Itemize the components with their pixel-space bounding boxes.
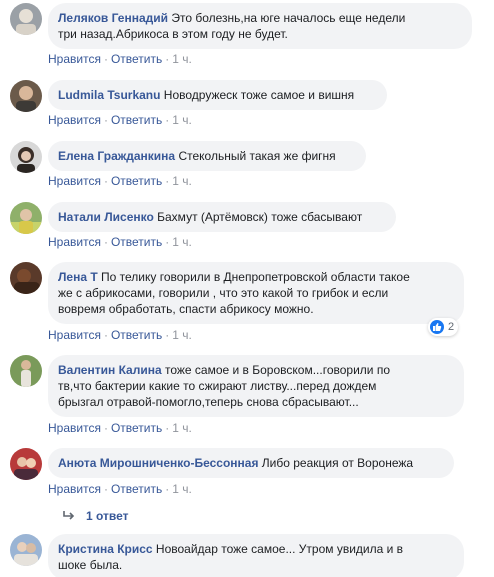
like-link[interactable]: Нравится bbox=[48, 421, 101, 435]
separator: · bbox=[103, 113, 108, 127]
comment-actions: Нравится · Ответить · 1 ч. bbox=[48, 235, 192, 249]
avatar[interactable] bbox=[10, 80, 42, 112]
avatar[interactable] bbox=[10, 448, 42, 480]
comment-text: вовремя обработать, спасти абрикосу можн… bbox=[58, 302, 314, 316]
avatar[interactable] bbox=[10, 141, 42, 173]
avatar-photo-icon bbox=[10, 262, 42, 294]
comment-text: Новодружеск тоже самое и вишня bbox=[160, 88, 355, 102]
like-link[interactable]: Нравится bbox=[48, 235, 101, 249]
comment-time[interactable]: 1 ч. bbox=[172, 482, 192, 496]
replies-count: 1 ответ bbox=[86, 509, 129, 523]
avatar-photo-icon bbox=[10, 355, 42, 387]
reaction-count[interactable]: 2 bbox=[428, 318, 459, 336]
reply-link[interactable]: Ответить bbox=[111, 421, 162, 435]
separator: · bbox=[103, 235, 108, 249]
like-link[interactable]: Нравится bbox=[48, 328, 101, 342]
like-link[interactable]: Нравится bbox=[48, 113, 101, 127]
separator: · bbox=[103, 328, 108, 342]
comment-bubble: Натали Лисенко Бахмут (Артёмовск) тоже с… bbox=[48, 202, 396, 232]
comment-text: Это болезнь,на юге началось еще недели bbox=[168, 11, 406, 25]
comment-bubble: Валентин Калина тоже самое и в Боровском… bbox=[48, 355, 464, 417]
like-icon bbox=[430, 320, 444, 334]
comment-bubble: Лена Т По телику говорили в Днепропетров… bbox=[48, 262, 464, 324]
like-link[interactable]: Нравится bbox=[48, 52, 101, 66]
comment-text: Бахмут (Артёмовск) тоже сбасывают bbox=[153, 210, 363, 224]
comment-time[interactable]: 1 ч. bbox=[172, 174, 192, 188]
avatar[interactable] bbox=[10, 355, 42, 387]
like-link[interactable]: Нравится bbox=[48, 482, 101, 496]
comment-bubble: Кристина Крисс Новоайдар тоже самое... У… bbox=[48, 534, 464, 577]
avatar[interactable] bbox=[10, 534, 42, 566]
separator: · bbox=[165, 113, 170, 127]
separator: · bbox=[165, 235, 170, 249]
comment-author[interactable]: Лена Т bbox=[58, 270, 98, 284]
reply-link[interactable]: Ответить bbox=[111, 52, 162, 66]
comment-actions: Нравится · Ответить · 1 ч. bbox=[48, 421, 192, 435]
comment-actions: Нравится · Ответить · 1 ч. bbox=[48, 328, 192, 342]
separator: · bbox=[103, 52, 108, 66]
reply-link[interactable]: Ответить bbox=[111, 235, 162, 249]
comment-text: три назад.Абрикоса в этом году не будет. bbox=[58, 27, 288, 41]
avatar-photo-icon bbox=[10, 3, 42, 35]
comment-bubble: Елена Гражданкина Стекольный такая же фи… bbox=[48, 141, 366, 171]
avatar-photo-icon bbox=[10, 448, 42, 480]
avatar-photo-icon bbox=[10, 534, 42, 566]
separator: · bbox=[103, 174, 108, 188]
comment-author[interactable]: Леляков Геннадий bbox=[58, 11, 168, 25]
comment-time[interactable]: 1 ч. bbox=[172, 235, 192, 249]
view-replies-link[interactable]: 1 ответ bbox=[62, 509, 129, 523]
comment-actions: Нравится · Ответить · 1 ч. bbox=[48, 52, 192, 66]
comment-author[interactable]: Натали Лисенко bbox=[58, 210, 154, 224]
comment-text: Стекольный такая же фигня bbox=[175, 149, 336, 163]
reply-link[interactable]: Ответить bbox=[111, 174, 162, 188]
comment-text: Либо реакция от Воронежа bbox=[258, 456, 414, 470]
comment-text: брызгал отравой-помогло,теперь снова сбр… bbox=[58, 395, 359, 409]
reply-link[interactable]: Ответить bbox=[111, 113, 162, 127]
separator: · bbox=[103, 482, 108, 496]
comment-author[interactable]: Ludmila Tsurkanu bbox=[58, 88, 160, 102]
comment-text: шоке была. bbox=[58, 558, 123, 572]
comment-bubble: Анюта Мирошниченко-Бессонная Либо реакци… bbox=[48, 448, 454, 478]
comment-author[interactable]: Анюта Мирошниченко-Бессонная bbox=[58, 456, 258, 470]
reply-arrow-icon bbox=[63, 511, 75, 520]
comment-bubble: Ludmila Tsurkanu Новодружеск тоже самое … bbox=[48, 80, 387, 110]
comment-author[interactable]: Валентин Калина bbox=[58, 363, 162, 377]
comment-actions: Нравится · Ответить · 1 ч. bbox=[48, 174, 192, 188]
avatar[interactable] bbox=[10, 202, 42, 234]
like-link[interactable]: Нравится bbox=[48, 174, 101, 188]
comment-text: тоже самое и в Боровском...говорили по bbox=[161, 363, 390, 377]
avatar-photo-icon bbox=[10, 141, 42, 173]
separator: · bbox=[165, 421, 170, 435]
reply-link[interactable]: Ответить bbox=[111, 328, 162, 342]
avatar-photo-icon bbox=[10, 202, 42, 234]
comment-text: По телику говорили в Днепропетровской об… bbox=[97, 270, 410, 284]
comment-time[interactable]: 1 ч. bbox=[172, 328, 192, 342]
avatar[interactable] bbox=[10, 3, 42, 35]
comment-author[interactable]: Елена Гражданкина bbox=[58, 149, 175, 163]
avatar[interactable] bbox=[10, 262, 42, 294]
separator: · bbox=[165, 482, 170, 496]
comment-bubble: Леляков Геннадий Это болезнь,на юге нача… bbox=[48, 3, 472, 49]
reply-link[interactable]: Ответить bbox=[111, 482, 162, 496]
separator: · bbox=[165, 328, 170, 342]
comment-text: тв,что бактерии какие то сжирают листву.… bbox=[58, 379, 377, 393]
comment-actions: Нравится · Ответить · 1 ч. bbox=[48, 113, 192, 127]
comment-text: Новоайдар тоже самое... Утром увидила и … bbox=[152, 542, 404, 556]
comment-author[interactable]: Кристина Крисс bbox=[58, 542, 153, 556]
reaction-count-value: 2 bbox=[448, 321, 455, 333]
comment-time[interactable]: 1 ч. bbox=[172, 113, 192, 127]
comment-text: же с абрикосами, говорили , что это како… bbox=[58, 286, 389, 300]
separator: · bbox=[165, 52, 170, 66]
comment-actions: Нравится · Ответить · 1 ч. bbox=[48, 482, 192, 496]
separator: · bbox=[103, 421, 108, 435]
comment-time[interactable]: 1 ч. bbox=[172, 52, 192, 66]
avatar-photo-icon bbox=[10, 80, 42, 112]
comment-time[interactable]: 1 ч. bbox=[172, 421, 192, 435]
separator: · bbox=[165, 174, 170, 188]
